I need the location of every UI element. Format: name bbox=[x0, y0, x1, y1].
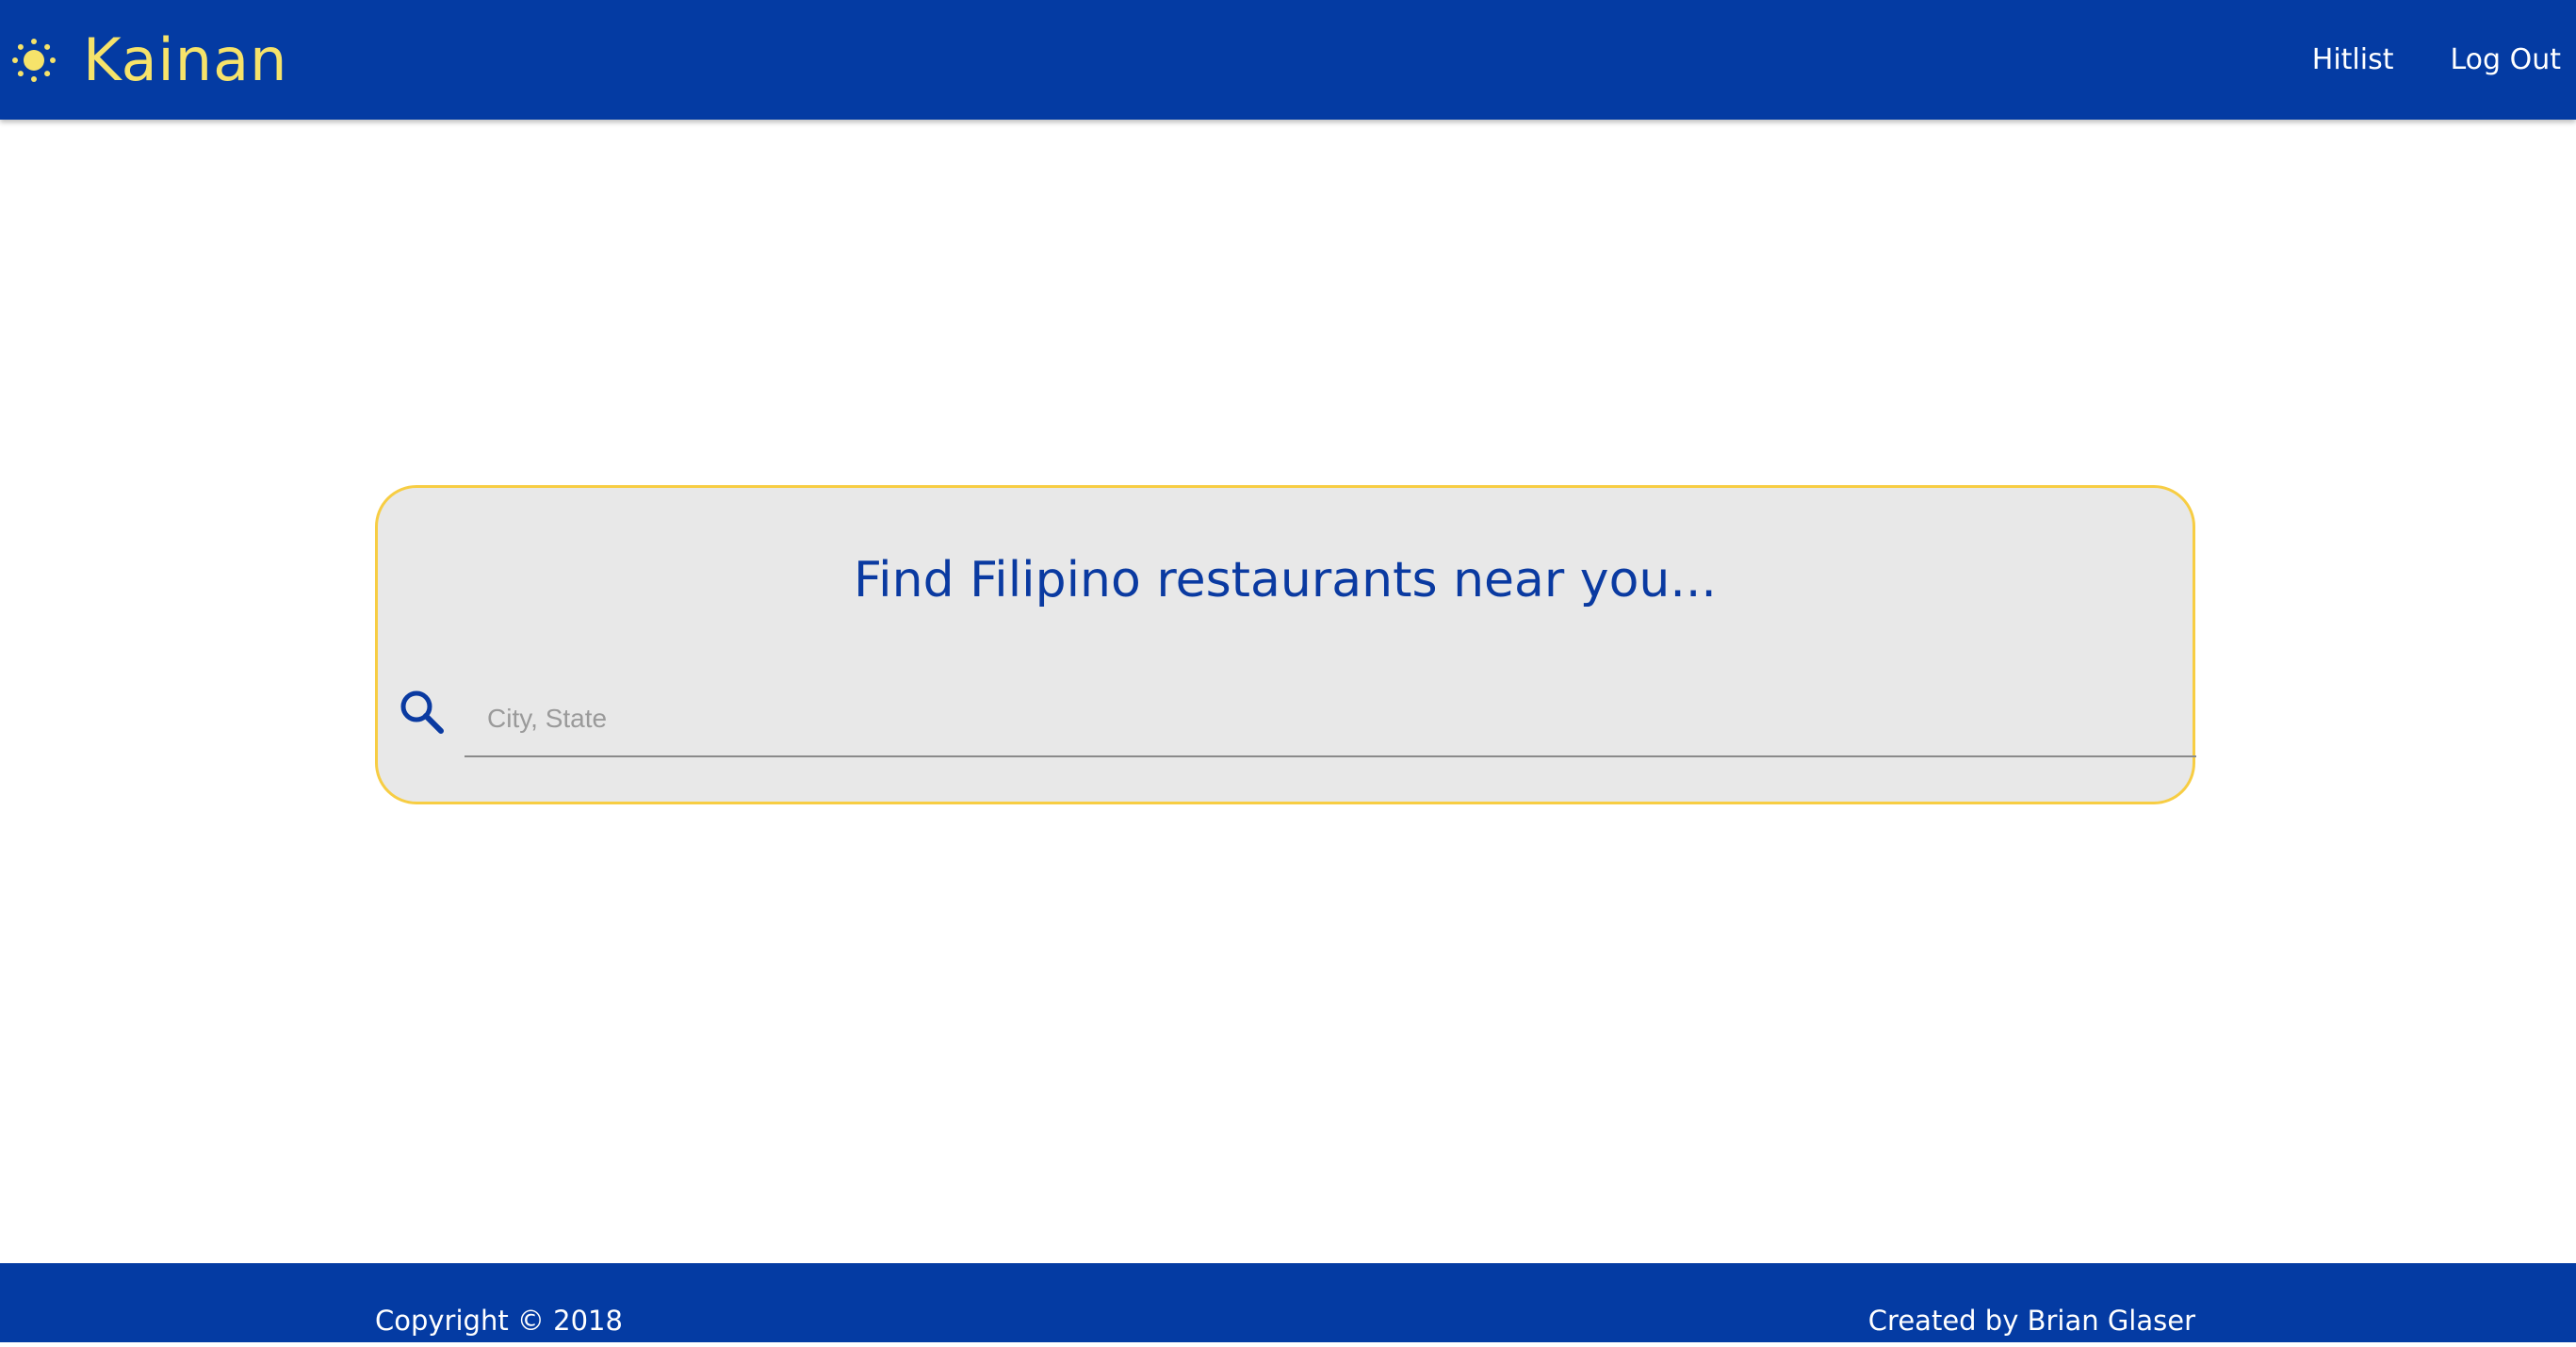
footer-copyright: Copyright © 2018 bbox=[375, 1305, 623, 1337]
brand-link[interactable]: Kainan bbox=[11, 0, 287, 120]
brand-name: Kainan bbox=[83, 25, 288, 94]
nav-link-log-out[interactable]: Log Out bbox=[2450, 43, 2561, 76]
search-title: Find Filipino restaurants near you... bbox=[854, 552, 1717, 609]
search-card: Find Filipino restaurants near you... bbox=[375, 485, 2196, 804]
search-field bbox=[465, 676, 2196, 757]
navbar: Kainan Hitlist Log Out bbox=[0, 0, 2576, 120]
nav-links: Hitlist Log Out bbox=[2256, 0, 2561, 120]
footer: Copyright © 2018 Created by Brian Glaser bbox=[0, 1263, 2576, 1342]
search-input[interactable] bbox=[485, 690, 2166, 748]
search-icon bbox=[400, 690, 444, 734]
footer-credit: Created by Brian Glaser bbox=[1867, 1305, 2195, 1337]
sun-icon bbox=[12, 38, 56, 82]
nav-link-hitlist[interactable]: Hitlist bbox=[2312, 43, 2394, 76]
